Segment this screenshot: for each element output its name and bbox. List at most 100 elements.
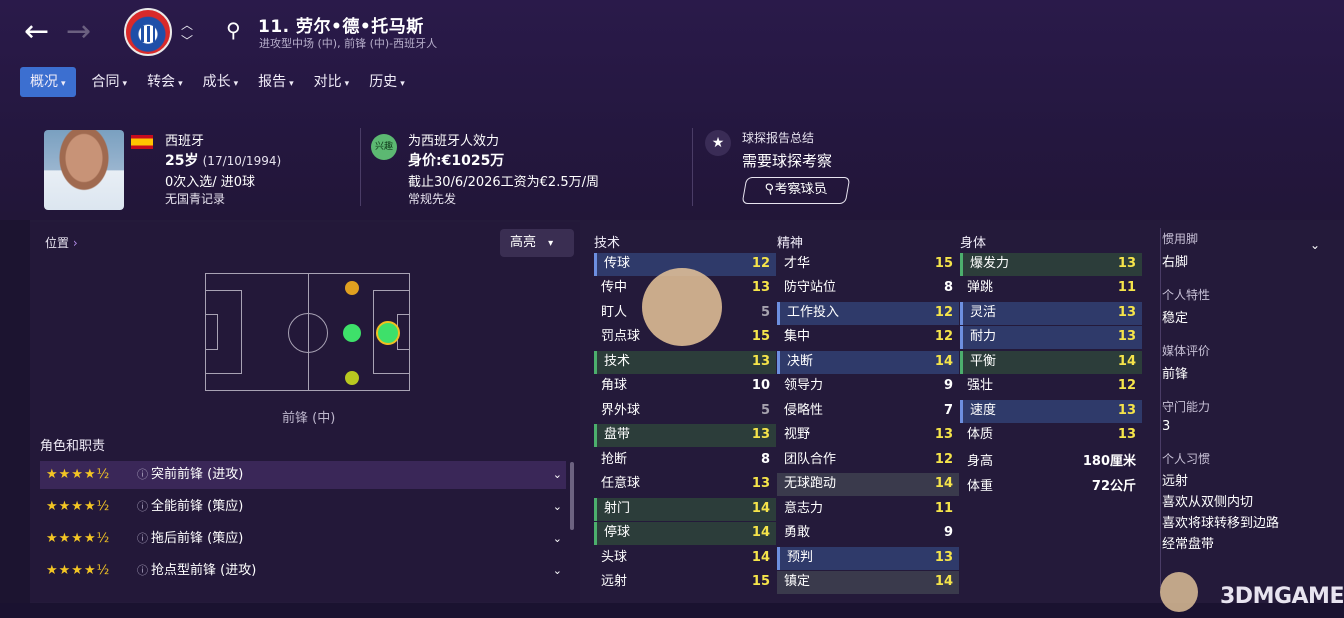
physical-attribute-row[interactable]: 耐力 13	[960, 326, 1142, 350]
attribute-value: 11	[1117, 280, 1136, 296]
chevron-down-icon[interactable]: ⌄	[553, 461, 562, 489]
chevron-down-icon[interactable]: ⌄	[1310, 238, 1320, 252]
attribute-name: 技术	[604, 353, 631, 369]
mental-attribute-row[interactable]: 勇敢 9	[777, 522, 959, 545]
technical-attribute-row[interactable]: 抢断 8	[594, 449, 776, 472]
chevron-down-icon[interactable]: ⌄	[553, 525, 562, 553]
attribute-name: 领导力	[784, 378, 824, 394]
role-stars: ★★★★½	[46, 531, 111, 546]
mental-attribute-row[interactable]: 无球跑动 14	[777, 473, 959, 497]
personality-label: 个人特性	[1162, 288, 1211, 302]
attribute-name: 才华	[784, 256, 811, 271]
technical-attribute-row[interactable]: 任意球 13	[594, 473, 776, 496]
attribute-value: 13	[751, 353, 770, 369]
mental-attribute-row[interactable]: 决断 14	[777, 350, 959, 374]
tab-history[interactable]: 历史 ▾	[359, 67, 415, 97]
physical-attribute-row[interactable]: 平衡 14	[960, 350, 1142, 374]
position-label[interactable]: 位置 ›	[45, 234, 78, 251]
technical-attribute-row[interactable]: 停球 14	[594, 522, 776, 546]
mental-attribute-row[interactable]: 领导力 9	[777, 375, 959, 398]
position-name: 前锋 (中)	[282, 411, 336, 426]
forward-arrow-icon[interactable]: →	[66, 14, 91, 50]
physical-attribute-row[interactable]: 体质 13	[960, 424, 1142, 447]
physical-attribute-row[interactable]: 灵活 13	[960, 301, 1142, 325]
info-icon[interactable]: ⓘ	[137, 493, 148, 521]
tab-transfer[interactable]: 转会 ▾	[137, 67, 193, 97]
tab-development[interactable]: 成长 ▾	[193, 67, 249, 97]
role-row[interactable]: ★★★★½ ⓘ 全能前锋 (策应) ⌄	[40, 493, 566, 521]
dob-value: (17/10/1994)	[202, 154, 282, 168]
technical-attribute-row[interactable]: 射门 14	[594, 497, 776, 521]
player-photo	[44, 130, 124, 210]
physical-attribute-row[interactable]: 强壮 12	[960, 375, 1142, 398]
physical-attribute-row[interactable]: 弹跳 11	[960, 277, 1142, 300]
chevron-down-icon[interactable]: ⌄	[553, 557, 562, 585]
attribute-name: 远射	[601, 574, 628, 590]
weight-row: 体重 72公斤	[960, 476, 1142, 499]
attribute-value: 9	[943, 378, 953, 394]
back-arrow-icon[interactable]: ←	[24, 14, 49, 50]
habit-item: 喜欢从双侧内切	[1162, 495, 1254, 510]
mental-attribute-row[interactable]: 预判 13	[777, 546, 959, 570]
mascot-watermark	[642, 268, 722, 346]
chevron-down-icon[interactable]: ⌄	[553, 493, 562, 521]
info-icon[interactable]: ⓘ	[137, 557, 148, 585]
attribute-name: 灵活	[970, 304, 997, 320]
mental-attribute-row[interactable]: 镇定 14	[777, 571, 959, 595]
attribute-value: 13	[751, 427, 770, 443]
info-icon[interactable]: ⓘ	[137, 525, 148, 553]
mental-attribute-row[interactable]: 团队合作 12	[777, 449, 959, 472]
chevron-down-icon: ▾	[233, 79, 239, 89]
tab-compare[interactable]: 对比 ▾	[304, 67, 360, 97]
weight-value: 72公斤	[1091, 478, 1136, 494]
chevron-down-icon: ▾	[400, 79, 405, 89]
technical-attribute-row[interactable]: 技术 13	[594, 350, 776, 374]
nation-label[interactable]: 西班牙	[165, 130, 204, 149]
scout-report-title: 球探报告总结	[742, 131, 815, 145]
role-row[interactable]: ★★★★½ ⓘ 突前前锋 (进攻) ⌄	[40, 461, 566, 489]
attribute-value: 12	[1117, 378, 1136, 394]
attribute-value: 9	[943, 525, 953, 541]
pitch-diagram	[205, 273, 410, 391]
physical-attribute-row[interactable]: 速度 13	[960, 399, 1142, 423]
role-row[interactable]: ★★★★½ ⓘ 拖后前锋 (策应) ⌄	[40, 525, 566, 553]
attribute-name: 侵略性	[784, 402, 824, 418]
physical-attribute-row[interactable]: 爆发力 13	[960, 253, 1142, 276]
info-icon[interactable]: ⓘ	[137, 461, 148, 489]
attribute-name: 视野	[784, 427, 811, 443]
highlight-dropdown[interactable]: 高亮 ▾	[500, 229, 574, 257]
role-row[interactable]: ★★★★½ ⓘ 抢点型前锋 (进攻) ⌄	[40, 557, 566, 585]
chevron-up-icon[interactable]: ︿	[181, 16, 193, 33]
mental-attribute-row[interactable]: 工作投入 12	[777, 301, 959, 325]
roles-scrollbar[interactable]	[570, 462, 574, 530]
mental-attribute-row[interactable]: 视野 13	[777, 424, 959, 447]
gk-label: 守门能力	[1162, 400, 1211, 414]
technical-attribute-row[interactable]: 远射 15	[594, 571, 776, 594]
habit-item: 经常盘带	[1162, 537, 1215, 552]
technical-attribute-row[interactable]: 界外球 5	[594, 400, 776, 423]
tab-reports[interactable]: 报告 ▾	[248, 67, 304, 97]
squad-status: 常规先发	[408, 192, 457, 206]
player-title: 11. 劳尔•德•托马斯	[258, 17, 424, 37]
plays-for[interactable]: 为西班牙人效力	[408, 130, 499, 149]
mental-attribute-row[interactable]: 集中 12	[777, 326, 959, 349]
mental-attribute-row[interactable]: 侵略性 7	[777, 400, 959, 423]
attribute-value: 8	[943, 280, 953, 296]
chevron-down-icon[interactable]: ﹀	[181, 32, 193, 49]
mental-attribute-row[interactable]: 才华 15	[777, 253, 959, 276]
attribute-name: 防守站位	[784, 280, 837, 296]
technical-attribute-row[interactable]: 盘带 13	[594, 424, 776, 448]
tab-contract[interactable]: 合同 ▾	[82, 67, 138, 97]
scout-player-button[interactable]: ⚲ 考察球员	[741, 177, 851, 204]
gk-value: 3	[1162, 419, 1171, 434]
mental-attribute-row[interactable]: 防守站位 8	[777, 277, 959, 300]
technical-attribute-row[interactable]: 角球 10	[594, 375, 776, 398]
watermark-mascot	[1160, 572, 1198, 612]
tab-overview[interactable]: 概况 ▾	[20, 67, 76, 97]
attribute-name: 无球跑动	[784, 476, 837, 492]
attribute-name: 界外球	[601, 402, 641, 418]
search-icon[interactable]: ⚲	[226, 18, 241, 42]
age-line: 25岁 (17/10/1994)	[165, 150, 281, 170]
technical-attribute-row[interactable]: 头球 14	[594, 547, 776, 570]
mental-attribute-row[interactable]: 意志力 11	[777, 498, 959, 521]
